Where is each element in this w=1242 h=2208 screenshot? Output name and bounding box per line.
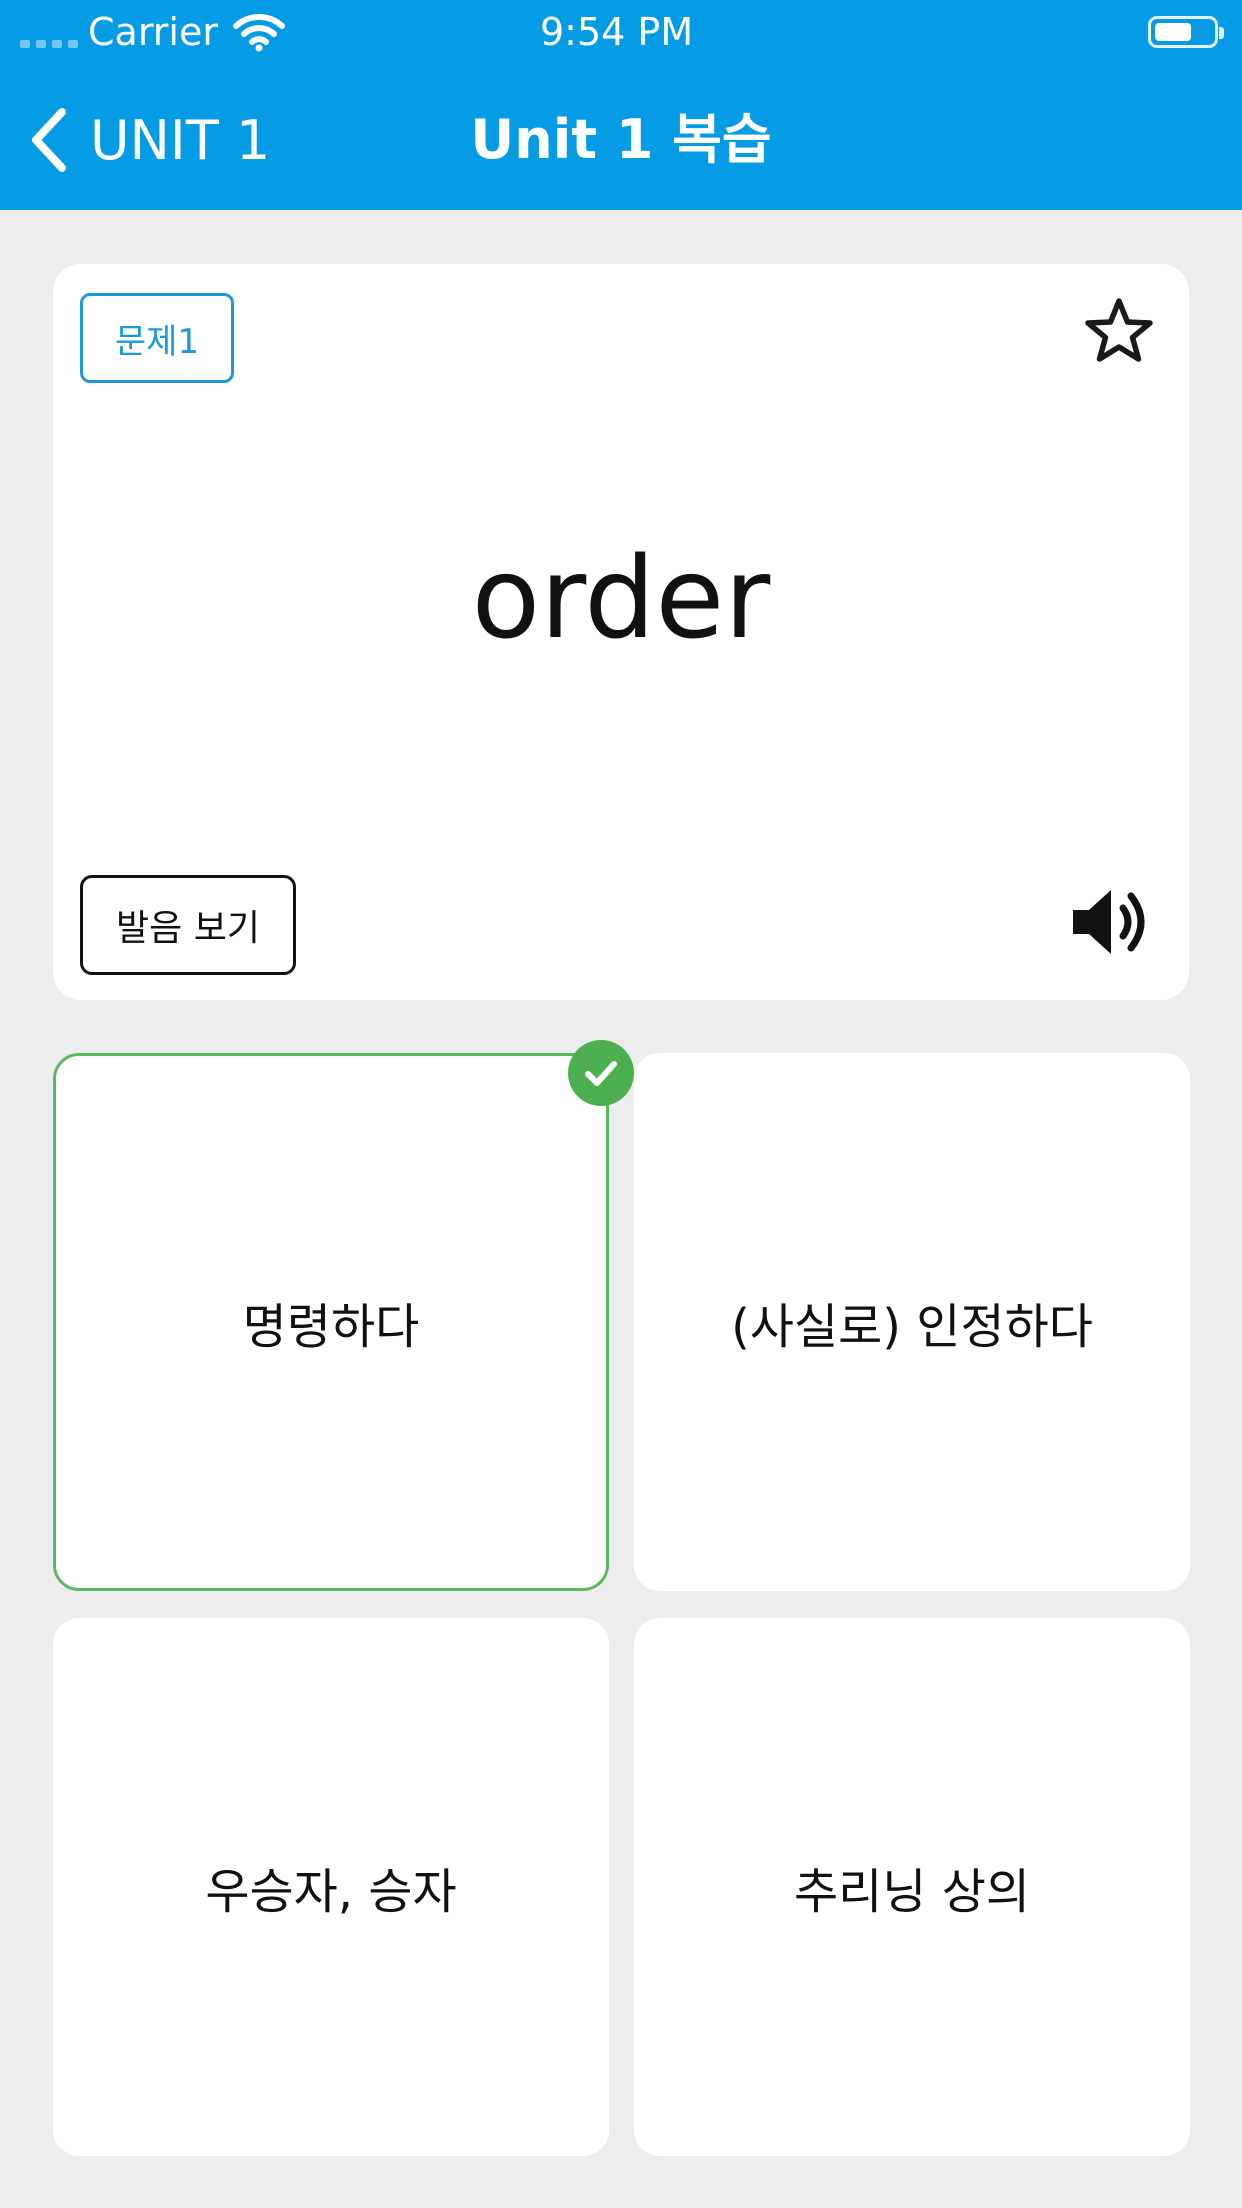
page-title: Unit 1 복습 xyxy=(470,108,772,171)
signal-icon xyxy=(20,40,78,48)
answer-choice-label: (사실로) 인정하다 xyxy=(731,1299,1093,1355)
answer-choice-1[interactable]: 명령하다 xyxy=(53,1053,609,1591)
star-icon[interactable] xyxy=(1083,296,1155,364)
battery-icon xyxy=(1148,16,1224,48)
answer-choice-label: 우승자, 승자 xyxy=(205,1864,457,1920)
answer-choice-4[interactable]: 추리닝 상의 xyxy=(634,1618,1190,2156)
show-pronunciation-button[interactable]: 발음 보기 xyxy=(80,875,296,975)
status-time: 9:54 PM xyxy=(540,10,694,54)
status-bar: Carrier 9:54 PM xyxy=(0,0,1242,64)
navigation-bar: UNIT 1 Unit 1 복습 xyxy=(0,64,1242,210)
answer-choice-3[interactable]: 우승자, 승자 xyxy=(53,1618,609,2156)
wifi-icon xyxy=(233,14,285,52)
vocabulary-word: order xyxy=(471,534,771,664)
answer-choice-label: 명령하다 xyxy=(242,1299,420,1355)
question-number-badge: 문제1 xyxy=(80,293,234,383)
app-header: Carrier 9:54 PM UNIT 1 Unit 1 복습 xyxy=(0,0,1242,210)
answer-choice-2[interactable]: (사실로) 인정하다 xyxy=(634,1053,1190,1591)
speaker-icon[interactable] xyxy=(1069,882,1157,962)
correct-check-icon xyxy=(568,1040,634,1106)
answer-choice-label: 추리닝 상의 xyxy=(793,1864,1031,1920)
carrier-label: Carrier xyxy=(88,10,218,54)
question-card: 문제1 order 발음 보기 xyxy=(53,264,1189,1000)
